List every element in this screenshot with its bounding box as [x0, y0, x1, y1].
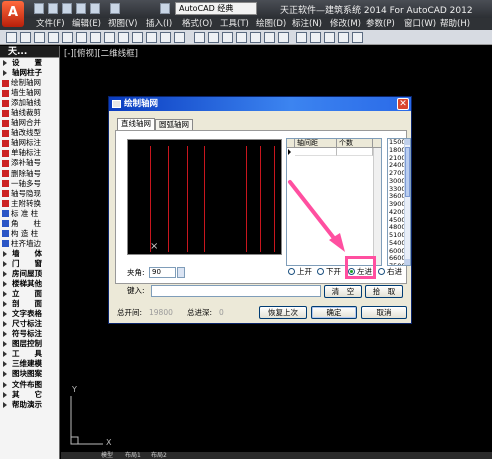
app-menu-button[interactable]: A	[2, 1, 24, 27]
annotation-highlight-box	[345, 256, 376, 279]
annotation-arrow	[288, 180, 345, 252]
